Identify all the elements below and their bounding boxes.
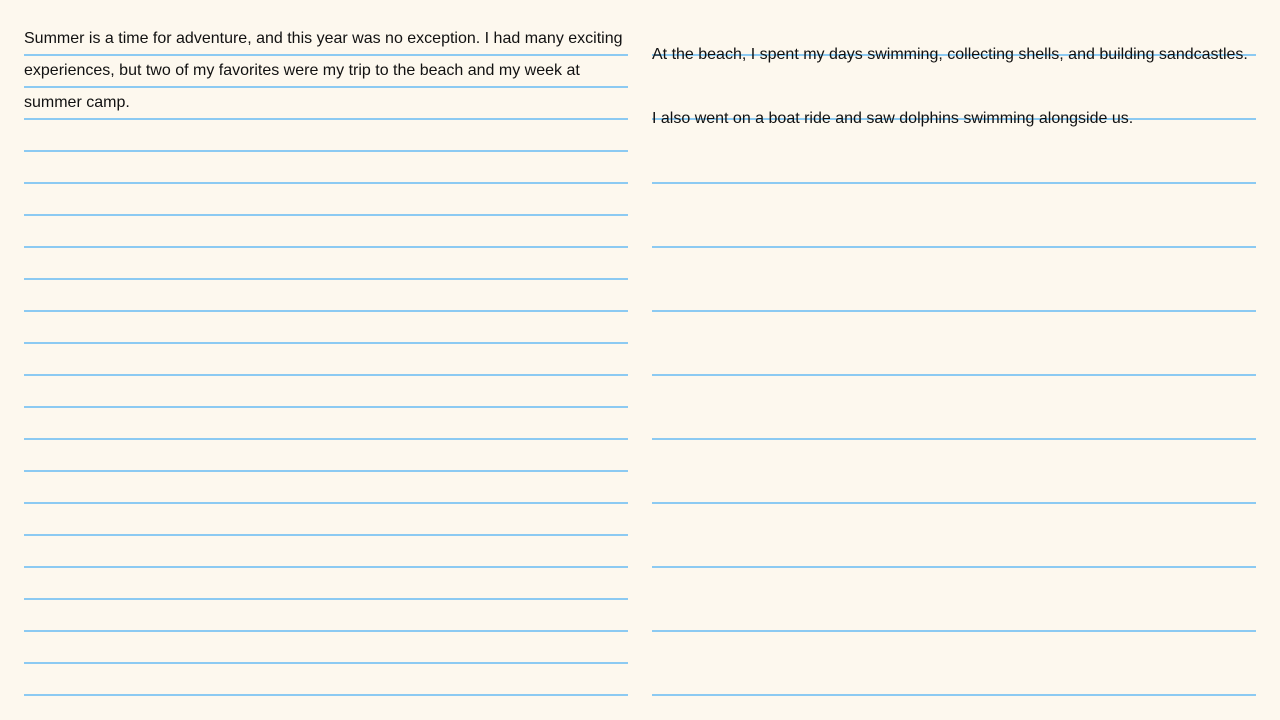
intro-paragraph: Summer is a time for adventure, and this… <box>24 30 623 111</box>
ruled-line <box>652 374 1256 376</box>
ruled-line <box>652 630 1256 632</box>
boat-sentence: I also went on a boat ride and saw dolph… <box>652 110 1134 127</box>
ruled-line <box>652 310 1256 312</box>
ruled-line <box>24 150 628 152</box>
ruled-line <box>24 630 628 632</box>
ruled-line <box>24 182 628 184</box>
ruled-line <box>652 246 1256 248</box>
ruled-line <box>652 182 1256 184</box>
ruled-line <box>24 534 628 536</box>
ruled-line <box>24 662 628 664</box>
ruled-line <box>24 470 628 472</box>
beach-sentence: At the beach, I spent my days swimming, … <box>652 46 1248 63</box>
ruled-line <box>24 342 628 344</box>
ruled-line <box>24 246 628 248</box>
ruled-line <box>24 310 628 312</box>
ruled-line <box>652 438 1256 440</box>
ruled-line <box>24 438 628 440</box>
ruled-line <box>652 566 1256 568</box>
ruled-line <box>24 374 628 376</box>
ruled-line <box>24 598 628 600</box>
ruled-line <box>24 214 628 216</box>
ruled-line <box>24 278 628 280</box>
ruled-line <box>24 502 628 504</box>
left-column: Summer is a time for adventure, and this… <box>24 0 628 720</box>
ruled-line <box>24 406 628 408</box>
notebook-page: Summer is a time for adventure, and this… <box>0 0 1280 720</box>
ruled-line <box>652 694 1256 696</box>
ruled-line <box>652 502 1256 504</box>
ruled-line <box>24 566 628 568</box>
ruled-line <box>24 694 628 696</box>
right-column: At the beach, I spent my days swimming, … <box>652 0 1256 720</box>
